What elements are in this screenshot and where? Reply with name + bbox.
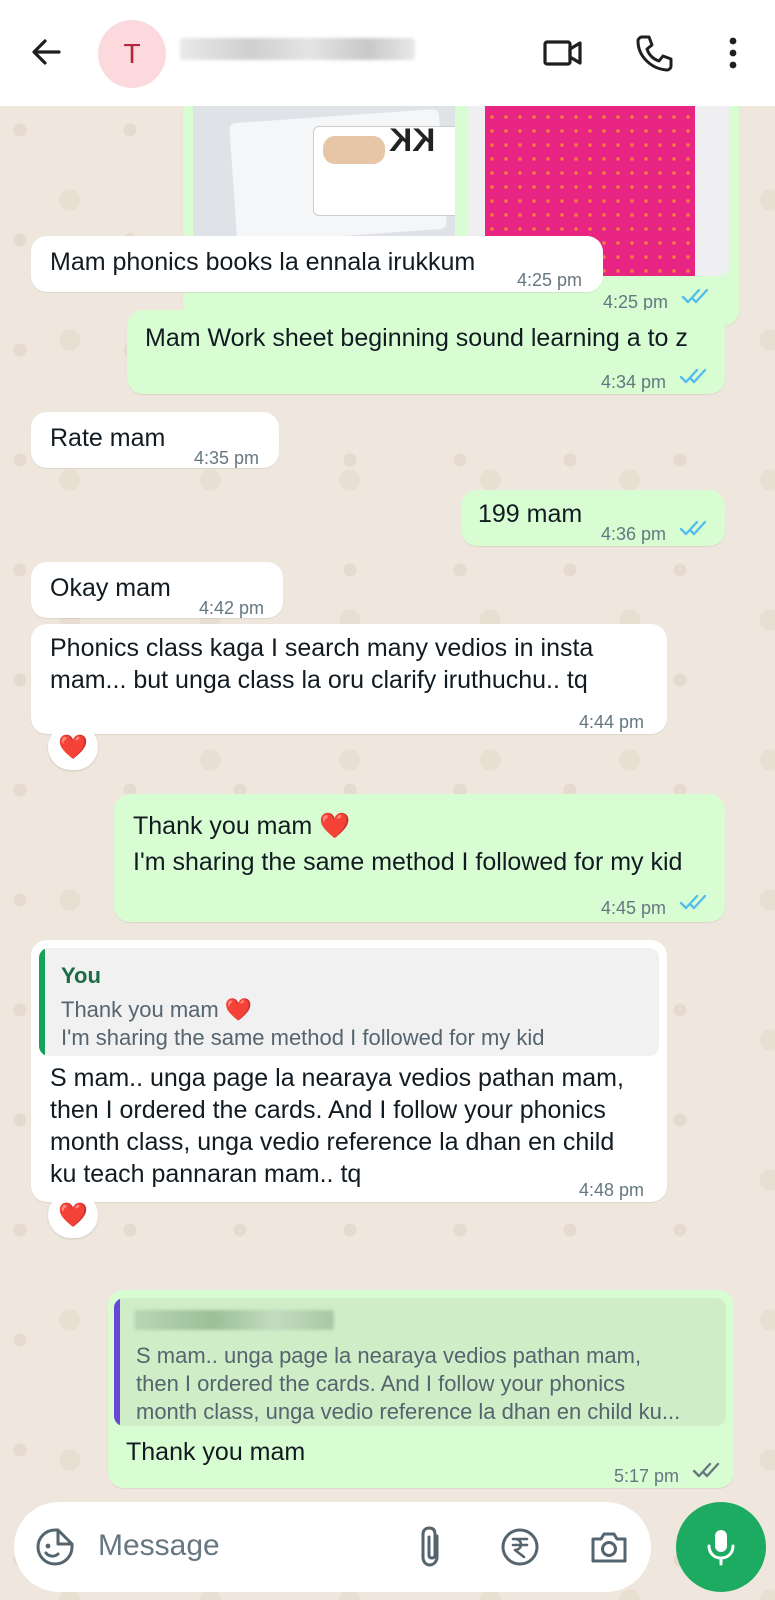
message-time: 5:17 pm xyxy=(614,1466,680,1486)
card-text: KK xyxy=(389,122,436,158)
message-text: Okay mam xyxy=(50,574,171,602)
double-tick-read-icon xyxy=(681,288,709,304)
contact-name[interactable] xyxy=(180,38,415,60)
outgoing-message[interactable]: 199 mam 4:36 pm xyxy=(461,490,725,546)
sticker-icon[interactable] xyxy=(34,1526,76,1568)
message-time: 4:34 pm xyxy=(601,372,667,392)
avatar-letter: T xyxy=(123,38,141,69)
message-time: 4:48 pm xyxy=(579,1180,645,1200)
message-text-line: Thank you mam ❤️ xyxy=(133,812,351,840)
quote-accent-bar xyxy=(39,948,45,1056)
mic-icon xyxy=(707,1530,735,1566)
video-call-icon[interactable] xyxy=(542,32,584,74)
quoted-message[interactable]: You Thank you mam ❤️ I'm sharing the sam… xyxy=(39,948,659,1056)
back-arrow-icon[interactable] xyxy=(26,32,66,72)
outgoing-message[interactable]: Thank you mam ❤️ I'm sharing the same me… xyxy=(114,794,725,922)
avatar[interactable]: T xyxy=(98,20,166,88)
double-tick-read-icon xyxy=(679,894,707,910)
rupee-payment-icon[interactable] xyxy=(499,1526,541,1568)
double-tick-delivered-icon xyxy=(692,1462,720,1478)
double-tick-read-icon xyxy=(679,520,707,536)
incoming-message[interactable]: Mam phonics books la ennala irukkum 4:25… xyxy=(31,236,603,292)
attach-icon[interactable] xyxy=(414,1524,450,1570)
message-text: Rate mam xyxy=(50,424,166,452)
quote-author-redacted xyxy=(134,1310,334,1330)
message-text-line: ku teach pannaran mam.. tq xyxy=(50,1160,362,1188)
message-time: 4:42 pm xyxy=(199,598,265,618)
quote-accent-bar xyxy=(114,1298,120,1426)
message-text-line: S mam.. unga page la nearaya vedios path… xyxy=(50,1064,624,1092)
message-time: 4:25 pm xyxy=(517,270,583,290)
message-text-line: I'm sharing the same method I followed f… xyxy=(133,848,683,876)
message-list[interactable]: KK HD HD 4:25 pm Mam phonics books la en… xyxy=(0,86,775,1498)
message-time: 4:35 pm xyxy=(194,448,260,468)
message-time: 4:36 pm xyxy=(601,524,667,544)
voice-call-icon[interactable] xyxy=(633,32,675,74)
mic-button[interactable] xyxy=(676,1502,766,1592)
outgoing-reply-message[interactable]: S mam.. unga page la nearaya vedios path… xyxy=(108,1290,734,1488)
quote-text-line: I'm sharing the same method I followed f… xyxy=(61,1025,545,1050)
heart-reaction[interactable]: ❤️ xyxy=(48,724,98,770)
message-text: Thank you mam xyxy=(126,1438,306,1466)
message-input-bar[interactable]: Message xyxy=(14,1502,651,1592)
incoming-message[interactable]: Phonics class kaga I search many vedios … xyxy=(31,624,667,734)
outgoing-message[interactable]: Mam Work sheet beginning sound learning … xyxy=(127,310,725,394)
message-text-line: mam... but unga class la oru clarify iru… xyxy=(50,666,588,694)
message-text-line: month class, unga vedio reference la dha… xyxy=(50,1128,615,1156)
message-time: 4:44 pm xyxy=(579,712,645,732)
incoming-reply-message[interactable]: You Thank you mam ❤️ I'm sharing the sam… xyxy=(31,940,667,1202)
message-text-line: Phonics class kaga I search many vedios … xyxy=(50,634,594,662)
message-text: Mam Work sheet beginning sound learning … xyxy=(145,324,688,352)
camera-icon[interactable] xyxy=(588,1526,630,1568)
message-input[interactable]: Message xyxy=(98,1529,220,1563)
quote-text-line: month class, unga vedio reference la dha… xyxy=(136,1399,681,1424)
heart-reaction[interactable]: ❤️ xyxy=(48,1192,98,1238)
message-time: 4:45 pm xyxy=(601,898,667,918)
quote-author: You xyxy=(61,963,101,988)
double-tick-read-icon xyxy=(679,368,707,384)
incoming-message[interactable]: Rate mam 4:35 pm xyxy=(31,412,279,468)
chat-header: T xyxy=(0,0,775,106)
message-text: 199 mam xyxy=(478,500,583,528)
message-text: Mam phonics books la ennala irukkum xyxy=(50,248,476,276)
incoming-message[interactable]: Okay mam 4:42 pm xyxy=(31,562,283,618)
more-options-icon[interactable] xyxy=(712,32,754,74)
quoted-message[interactable]: S mam.. unga page la nearaya vedios path… xyxy=(114,1298,726,1426)
message-text-line: then I ordered the cards. And I follow y… xyxy=(50,1096,606,1124)
